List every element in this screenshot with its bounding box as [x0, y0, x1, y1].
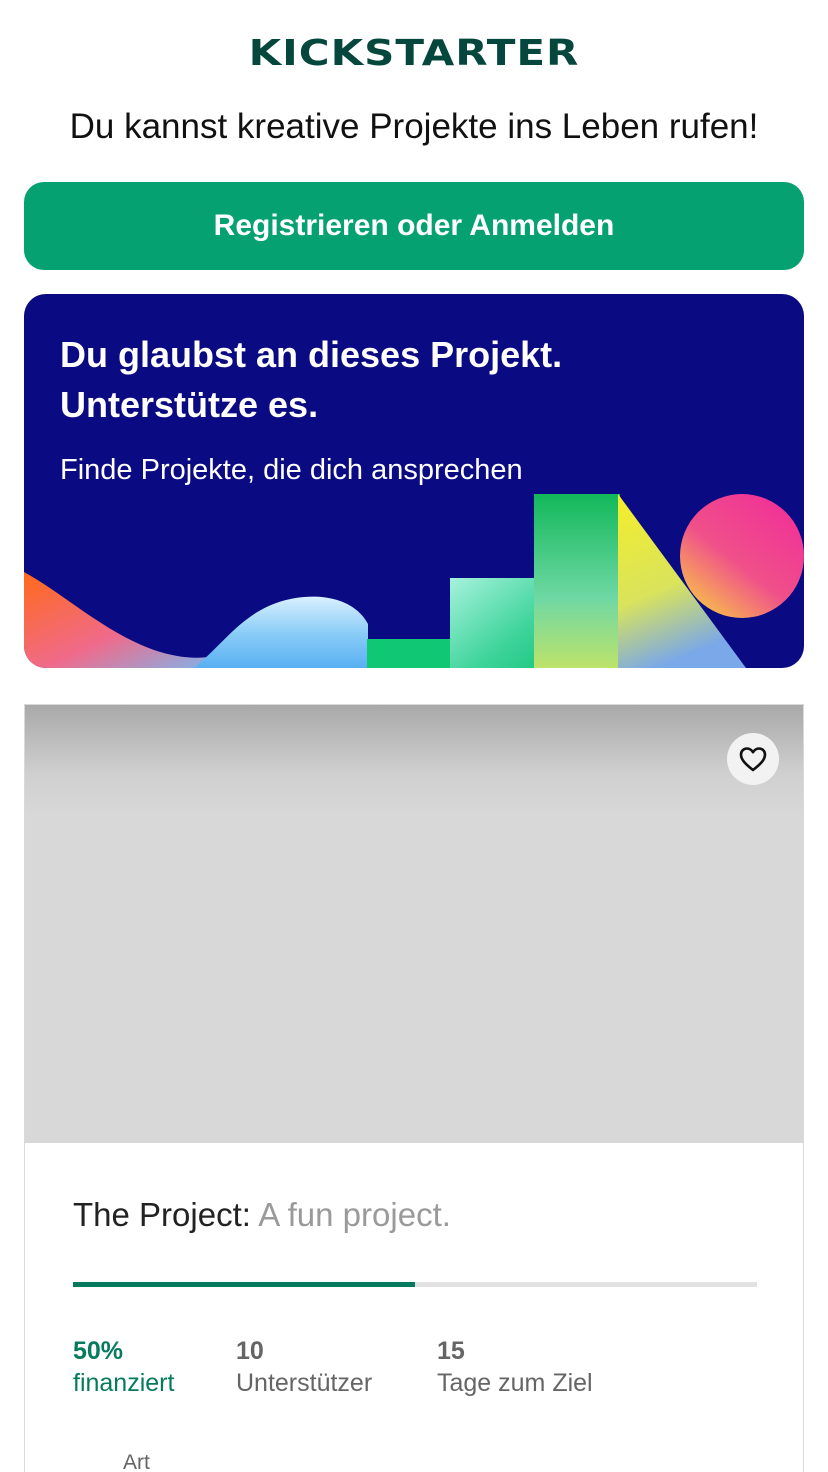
stat-days: 15 Tage zum Ziel — [437, 1335, 593, 1399]
stat-funded-value: 50% — [73, 1337, 124, 1365]
funding-progress-fill — [73, 1282, 415, 1287]
project-title[interactable]: The Project: A fun project. — [73, 1193, 451, 1237]
stat-backers-label: Unterstützer — [236, 1369, 373, 1397]
stat-days-label: Tage zum Ziel — [437, 1369, 593, 1397]
favorite-button[interactable] — [727, 733, 779, 785]
stat-backers-value: 10 — [236, 1337, 264, 1365]
funding-progress-bar — [73, 1282, 757, 1287]
project-card[interactable]: The Project: A fun project. 50% finanzie… — [24, 704, 804, 1472]
kickstarter-home: KICKSTARTER Du kannst kreative Projekte … — [0, 0, 828, 1472]
promo-banner[interactable]: Du glaubst an dieses Projekt. Unterstütz… — [24, 294, 804, 668]
promo-title: Du glaubst an dieses Projekt. Unterstütz… — [60, 334, 563, 425]
kickstarter-logo: KICKSTARTER — [248, 31, 580, 74]
project-blurb: A fun project. — [258, 1196, 451, 1233]
stat-backers: 10 Unterstützer — [236, 1335, 372, 1399]
stat-days-value: 15 — [437, 1337, 465, 1365]
project-image-placeholder[interactable] — [25, 705, 803, 1143]
stat-funded: 50% finanziert — [73, 1335, 174, 1399]
project-name: The Project: — [73, 1196, 251, 1233]
register-login-button[interactable]: Registrieren oder Anmelden — [24, 182, 804, 270]
tagline: Du kannst kreative Projekte ins Leben ru… — [69, 107, 759, 146]
heart-icon — [739, 747, 767, 772]
project-category[interactable]: Art — [123, 1451, 150, 1472]
promo-subtitle: Finde Projekte, die dich ansprechen — [60, 454, 523, 486]
stat-funded-label: finanziert — [73, 1369, 175, 1397]
